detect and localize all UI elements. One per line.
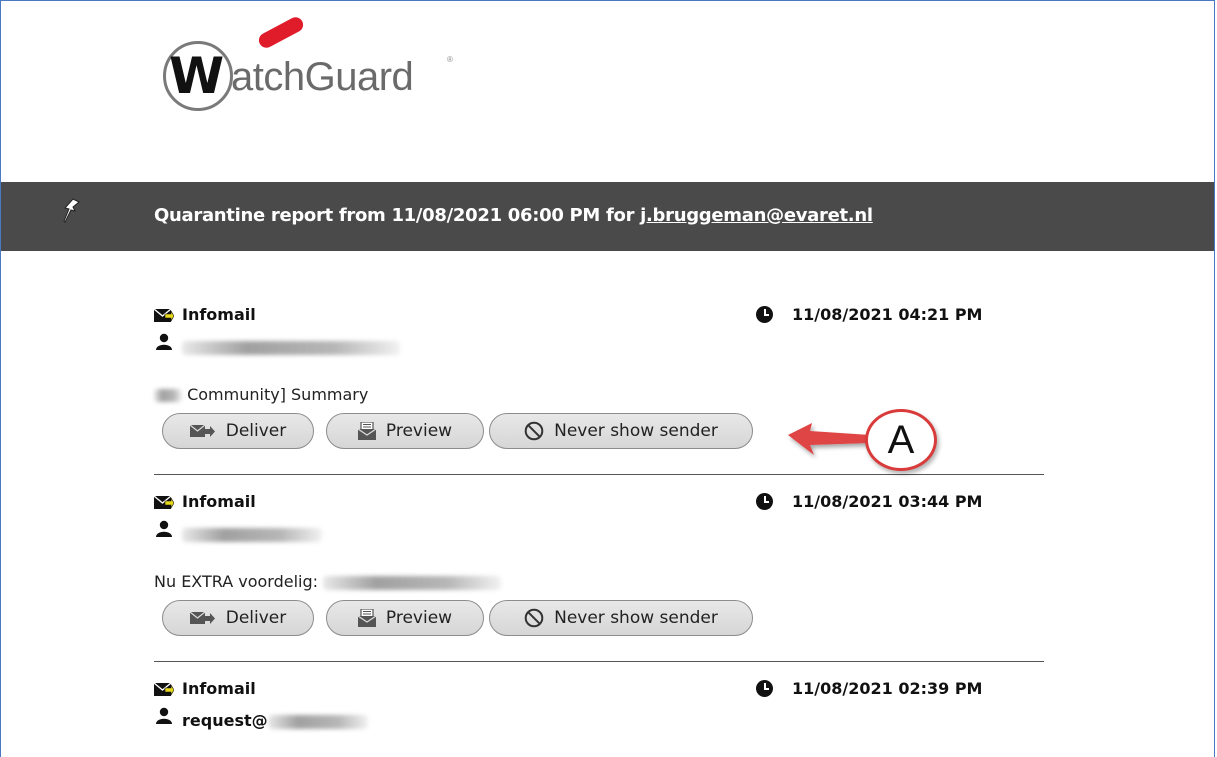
mail-forward-icon bbox=[154, 308, 174, 323]
never-show-sender-label: Never show sender bbox=[554, 608, 718, 628]
clock-icon bbox=[756, 493, 773, 510]
deliver-label: Deliver bbox=[225, 421, 287, 441]
redacted-sender bbox=[267, 714, 368, 729]
redacted-sender bbox=[182, 527, 322, 542]
item-subject: Community] Summary bbox=[154, 385, 368, 404]
never-show-sender-label: Never show sender bbox=[554, 421, 718, 441]
subject-text: Community] Summary bbox=[187, 385, 369, 404]
subject-text: Nu EXTRA voordelig: bbox=[154, 572, 324, 591]
item-type: Infomail bbox=[182, 305, 256, 324]
sender-address bbox=[182, 337, 400, 356]
preview-label: Preview bbox=[385, 421, 453, 441]
deliver-label: Deliver bbox=[225, 608, 287, 628]
report-title-text: Quarantine report from 11/08/2021 06:00 … bbox=[154, 205, 641, 226]
logo-wordmark: atchGuard bbox=[231, 55, 414, 99]
preview-icon bbox=[357, 422, 376, 440]
deliver-button[interactable]: Deliver bbox=[162, 413, 314, 449]
sender-row bbox=[154, 333, 754, 357]
redacted-subject-part bbox=[154, 389, 182, 402]
quarantine-report-email: W atchGuard ® Quarantine report from 11/… bbox=[0, 0, 1215, 757]
item-time: 11/08/2021 02:39 PM bbox=[792, 679, 983, 698]
logo-initial: W bbox=[169, 47, 224, 105]
person-icon bbox=[156, 520, 172, 537]
sender-row: request@ bbox=[154, 707, 754, 731]
sender-text: request@ bbox=[182, 711, 268, 730]
item-time: 11/08/2021 04:21 PM bbox=[792, 305, 983, 324]
quarantine-item: Infomail 11/08/2021 03:44 PM Nu EXTRA vo… bbox=[154, 492, 1044, 662]
item-divider bbox=[154, 474, 1044, 475]
mail-forward-icon bbox=[154, 682, 174, 697]
preview-label: Preview bbox=[385, 608, 453, 628]
sender-address: request@ bbox=[182, 711, 368, 730]
recipient-email-link[interactable]: j.bruggeman@evaret.nl bbox=[640, 205, 873, 226]
report-header-banner: Quarantine report from 11/08/2021 06:00 … bbox=[1, 182, 1214, 251]
logo-trademark: ® bbox=[447, 55, 453, 64]
item-header: Infomail 11/08/2021 02:39 PM bbox=[154, 679, 1044, 703]
watchguard-logo: W atchGuard ® bbox=[161, 14, 461, 113]
deliver-button[interactable]: Deliver bbox=[162, 600, 314, 636]
mouse-cursor-icon bbox=[63, 198, 80, 223]
preview-icon bbox=[357, 609, 376, 627]
person-icon bbox=[156, 707, 172, 724]
block-icon bbox=[524, 608, 544, 628]
mail-forward-icon bbox=[154, 495, 174, 510]
logo-swoosh bbox=[256, 14, 306, 51]
item-header: Infomail 11/08/2021 03:44 PM bbox=[154, 492, 1044, 516]
clock-icon bbox=[756, 680, 773, 697]
preview-button[interactable]: Preview bbox=[326, 413, 484, 449]
block-icon bbox=[524, 421, 544, 441]
item-type: Infomail bbox=[182, 679, 256, 698]
never-show-sender-button[interactable]: Never show sender bbox=[489, 600, 753, 636]
quarantine-item: Infomail 11/08/2021 02:39 PM request@ bbox=[154, 679, 1044, 749]
annotation-label: A bbox=[887, 417, 915, 462]
deliver-icon bbox=[189, 611, 215, 624]
item-header: Infomail 11/08/2021 04:21 PM bbox=[154, 305, 1044, 329]
annotation-marker-a: A bbox=[865, 409, 937, 471]
sender-address bbox=[182, 524, 322, 543]
report-title: Quarantine report from 11/08/2021 06:00 … bbox=[154, 205, 873, 226]
sender-row bbox=[154, 520, 754, 544]
annotation-arrow-icon bbox=[788, 423, 870, 455]
person-icon bbox=[156, 333, 172, 350]
deliver-icon bbox=[189, 424, 215, 437]
item-actions: Deliver Preview Never show sender bbox=[162, 413, 862, 453]
item-divider bbox=[154, 661, 1044, 662]
item-actions: Deliver Preview Never show sender bbox=[162, 600, 862, 640]
item-time: 11/08/2021 03:44 PM bbox=[792, 492, 983, 511]
never-show-sender-button[interactable]: Never show sender bbox=[489, 413, 753, 449]
preview-button[interactable]: Preview bbox=[326, 600, 484, 636]
redacted-subject-part bbox=[323, 575, 502, 590]
item-type: Infomail bbox=[182, 492, 256, 511]
item-subject: Nu EXTRA voordelig: bbox=[154, 572, 502, 591]
clock-icon bbox=[756, 306, 773, 323]
redacted-sender bbox=[182, 340, 400, 355]
